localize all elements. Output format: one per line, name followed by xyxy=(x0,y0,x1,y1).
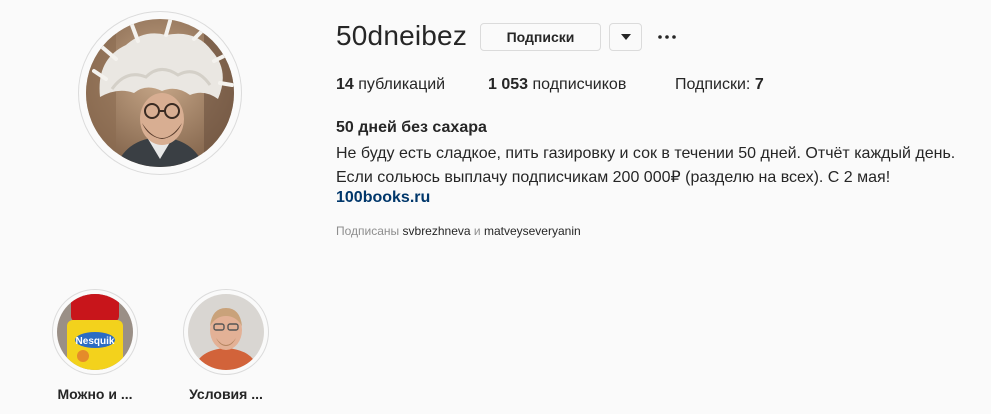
followers-stat[interactable]: 1 053 подписчиков xyxy=(488,76,626,94)
chevron-down-icon xyxy=(620,34,631,40)
highlight-label: Можно и ... xyxy=(57,386,133,402)
profile-page: 50dneibez Подписки 14 публикаций 1 053 п… xyxy=(0,0,991,414)
followed-by[interactable]: Подписаны svbrezhneva и matveyseveryanin xyxy=(336,224,581,238)
highlight-cover xyxy=(188,294,264,370)
followed-by-user-2[interactable]: matveyseveryanin xyxy=(484,224,581,238)
profile-username: 50dneibez xyxy=(336,20,468,51)
followed-by-user-1[interactable]: svbrezhneva xyxy=(403,224,471,238)
following-button[interactable]: Подписки xyxy=(480,23,601,51)
more-options-icon xyxy=(658,35,676,39)
following-button-label: Подписки xyxy=(506,29,575,45)
posts-stat: 14 публикаций xyxy=(336,76,445,94)
following-count: 7 xyxy=(754,76,764,93)
story-highlight[interactable]: Условия ... xyxy=(183,289,269,402)
nesquik-jar-image: Nesquik xyxy=(57,294,133,370)
svg-text:Nesquik: Nesquik xyxy=(76,336,115,347)
following-stat[interactable]: Подписки: 7 xyxy=(675,76,764,94)
posts-label: публикаций xyxy=(358,76,446,93)
story-highlight[interactable]: Nesquik Можно и ... xyxy=(52,289,138,402)
highlight-ring: Nesquik xyxy=(52,289,138,375)
bio-text: Не буду есть сладкое, пить газировку и с… xyxy=(336,145,956,186)
following-label: Подписки: xyxy=(675,76,751,93)
highlight-label: Условия ... xyxy=(189,386,263,402)
highlight-cover: Nesquik xyxy=(57,294,133,370)
more-options-button[interactable] xyxy=(656,26,678,48)
highlight-ring xyxy=(183,289,269,375)
followers-label: подписчиков xyxy=(532,76,627,93)
person-selfie-image xyxy=(188,294,264,370)
profile-avatar[interactable] xyxy=(86,19,234,167)
profile-avatar-ring[interactable] xyxy=(78,11,242,175)
avatar-photo xyxy=(86,19,234,167)
followed-by-prefix: Подписаны xyxy=(336,224,400,238)
bio-website-link[interactable]: 100books.ru xyxy=(336,189,430,207)
bio-full-name: 50 дней без сахара xyxy=(336,119,487,136)
followed-by-conjunction: и xyxy=(473,224,481,238)
posts-count: 14 xyxy=(336,76,354,93)
suggestions-dropdown-button[interactable] xyxy=(609,23,642,51)
followers-count: 1 053 xyxy=(488,76,529,93)
